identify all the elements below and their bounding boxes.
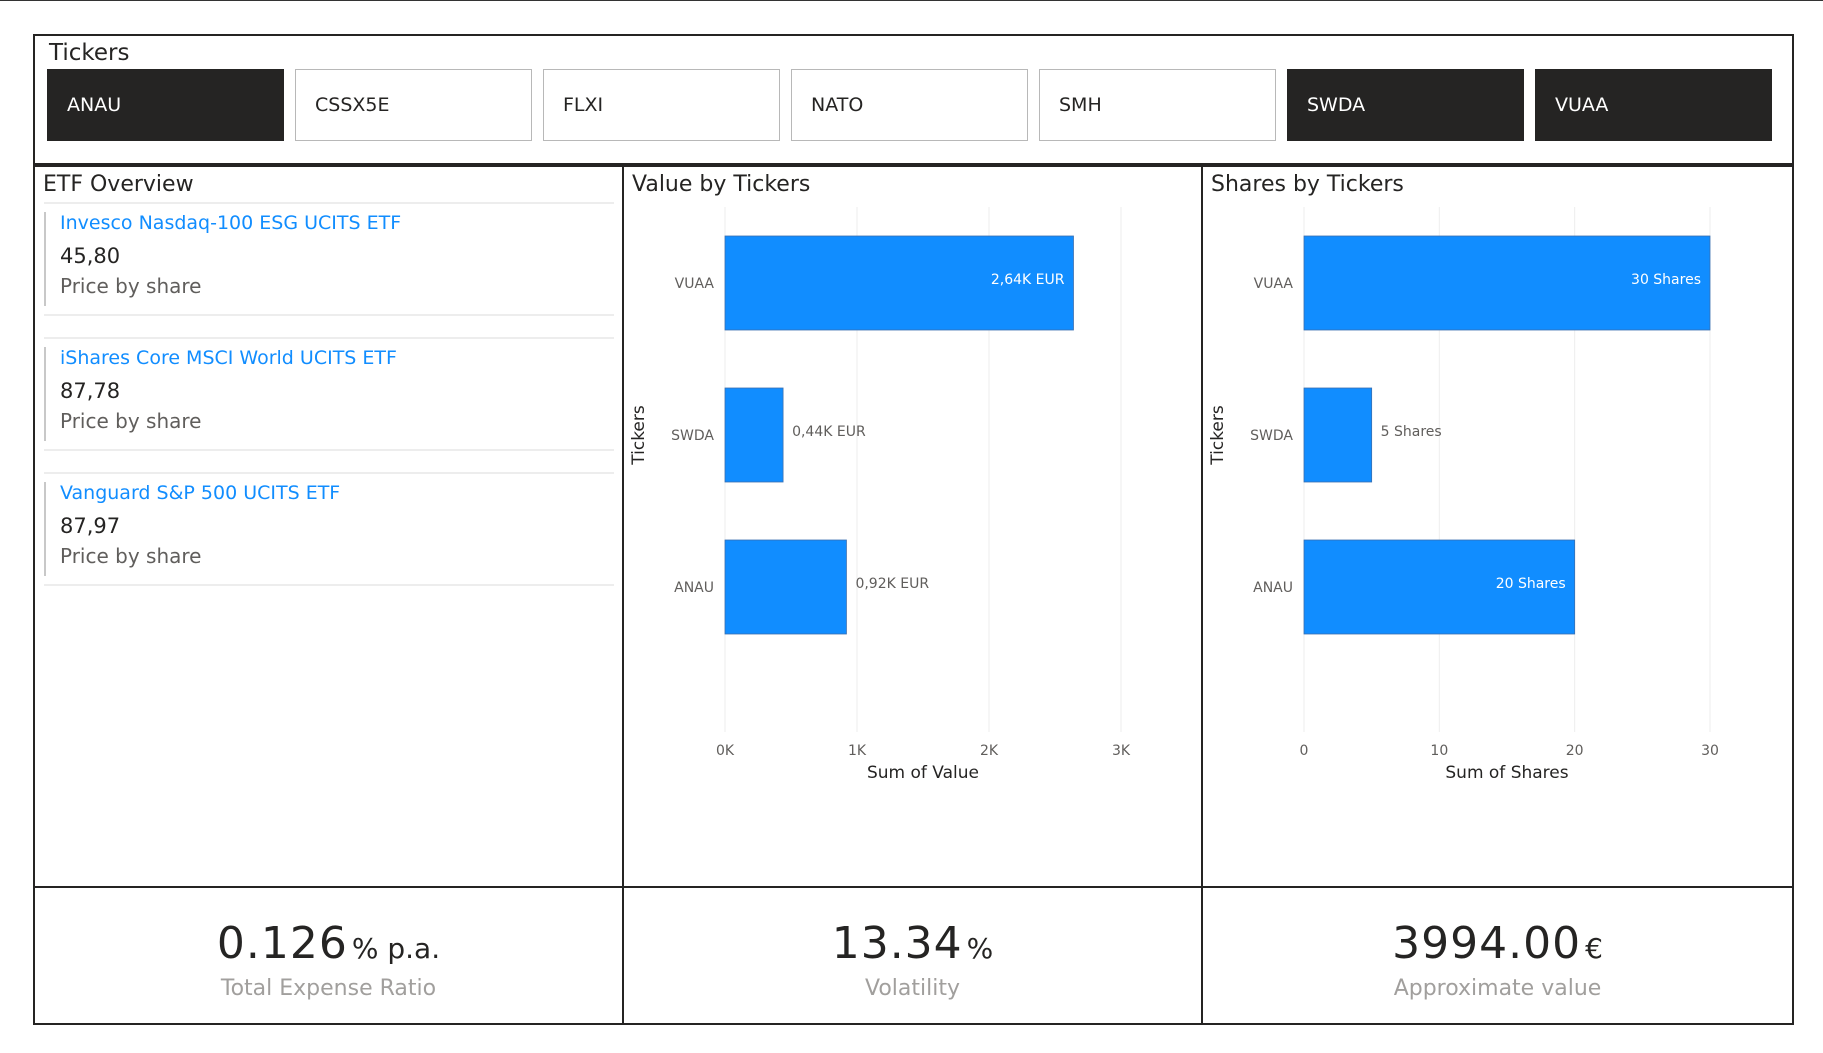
etf-price: 45,80 [60, 244, 121, 268]
x-axis-title: Sum of Value [867, 763, 979, 783]
data-label: 0,44K EUR [792, 424, 866, 440]
y-category-label: SWDA [671, 428, 714, 444]
card-accent-bar [44, 347, 46, 441]
kpi-label: Approximate value [1393, 976, 1602, 1001]
ticker-button-nato[interactable]: NATO [791, 69, 1028, 141]
etf-name: iShares Core MSCI World UCITS ETF [60, 347, 397, 369]
etf-price-label: Price by share [60, 274, 202, 298]
x-tick-label: 0 [1300, 743, 1309, 759]
etf-price-label: Price by share [60, 544, 202, 568]
x-tick-label: 3K [1112, 743, 1131, 759]
data-label: 20 Shares [1496, 576, 1566, 592]
kpi-approximate-value: 3994.00 € Approximate value [1201, 886, 1794, 1025]
x-axis-title: Sum of Shares [1445, 763, 1568, 783]
ticker-label: NATO [811, 94, 864, 116]
ticker-button-smh[interactable]: SMH [1039, 69, 1276, 141]
card-accent-bar [44, 212, 46, 306]
kpi-value: 3994.00 [1392, 918, 1582, 969]
value-chart-svg: 0K 1K 2K 3K Sum of Value Tickers VUAA 2,64K EUR… [629, 207, 1131, 783]
shares-by-tickers-chart: Shares by Tickers 0 10 20 30 Sum of Shares Ti… [1201, 165, 1794, 888]
top-border [0, 0, 1823, 1]
y-category-label: VUAA [675, 276, 715, 292]
etf-card: Vanguard S&P 500 UCITS ETF 87,97 Price b… [44, 472, 614, 586]
tickers-title: Tickers [49, 40, 130, 66]
ticker-label: ANAU [67, 94, 122, 116]
ticker-label: FLXI [563, 94, 604, 116]
y-category-label: ANAU [1253, 580, 1293, 596]
x-tick-label: 10 [1430, 743, 1448, 759]
ticker-button-cssx5e[interactable]: CSSX5E [295, 69, 532, 141]
y-category-label: SWDA [1250, 428, 1293, 444]
etf-name: Invesco Nasdaq-100 ESG UCITS ETF [60, 212, 402, 234]
tickers-slicer: Tickers ANAU CSSX5E FLXI NATO SMH SWDA V… [33, 34, 1794, 165]
ticker-button-vuaa[interactable]: VUAA [1535, 69, 1772, 141]
etf-card: Invesco Nasdaq-100 ESG UCITS ETF 45,80 P… [44, 202, 614, 316]
data-label: 0,92K EUR [855, 576, 929, 592]
value-bar [724, 539, 847, 635]
ticker-label: VUAA [1555, 94, 1609, 116]
data-label: 30 Shares [1631, 272, 1701, 288]
kpi-label: Total Expense Ratio [220, 976, 437, 1001]
ticker-label: SWDA [1307, 94, 1366, 116]
etf-overview-panel: ETF Overview Invesco Nasdaq-100 ESG UCIT… [33, 165, 624, 888]
ticker-label: CSSX5E [315, 94, 390, 116]
kpi-value: 0.126 [216, 918, 348, 969]
kpi-unit: % p.a. [351, 932, 441, 965]
card-accent-bar [44, 482, 46, 576]
ticker-button-anau[interactable]: ANAU [47, 69, 284, 141]
ticker-label: SMH [1059, 94, 1102, 116]
y-category-label: VUAA [1254, 276, 1294, 292]
shares-chart-svg: 0 10 20 30 Sum of Shares Tickers VUAA 30 Shares… [1208, 207, 1719, 783]
x-tick-label: 2K [980, 743, 999, 759]
etf-price-label: Price by share [60, 409, 202, 433]
shares-bar [1303, 387, 1373, 483]
value-by-tickers-chart: Value by Tickers 0K 1K 2K 3K Sum of Value Tic… [622, 165, 1203, 888]
kpi-total-expense-ratio: 0.126% p.a. Total Expense Ratio [33, 886, 624, 1025]
value-bar [724, 387, 784, 483]
x-tick-label: 20 [1566, 743, 1584, 759]
etf-price: 87,78 [60, 379, 121, 403]
kpi-unit: % [966, 932, 994, 965]
kpi-label: Volatility [864, 976, 960, 1001]
etf-price: 87,97 [60, 514, 121, 538]
kpi-value: 13.34 [831, 918, 963, 969]
ticker-button-swda[interactable]: SWDA [1287, 69, 1524, 141]
kpi-volatility: 13.34% Volatility [622, 886, 1203, 1025]
y-axis-title: Tickers [1208, 405, 1228, 466]
y-axis-title: Tickers [629, 405, 649, 466]
kpi-unit: € [1585, 932, 1603, 965]
x-tick-label: 0K [716, 743, 735, 759]
y-category-label: ANAU [674, 580, 714, 596]
x-tick-label: 1K [848, 743, 867, 759]
data-label: 5 Shares [1381, 424, 1442, 440]
data-label: 2,64K EUR [991, 272, 1065, 288]
etf-card: iShares Core MSCI World UCITS ETF 87,78 … [44, 337, 614, 451]
etf-name: Vanguard S&P 500 UCITS ETF [60, 482, 341, 504]
etf-overview-title: ETF Overview [43, 172, 194, 197]
x-tick-label: 30 [1701, 743, 1719, 759]
ticker-button-flxi[interactable]: FLXI [543, 69, 780, 141]
